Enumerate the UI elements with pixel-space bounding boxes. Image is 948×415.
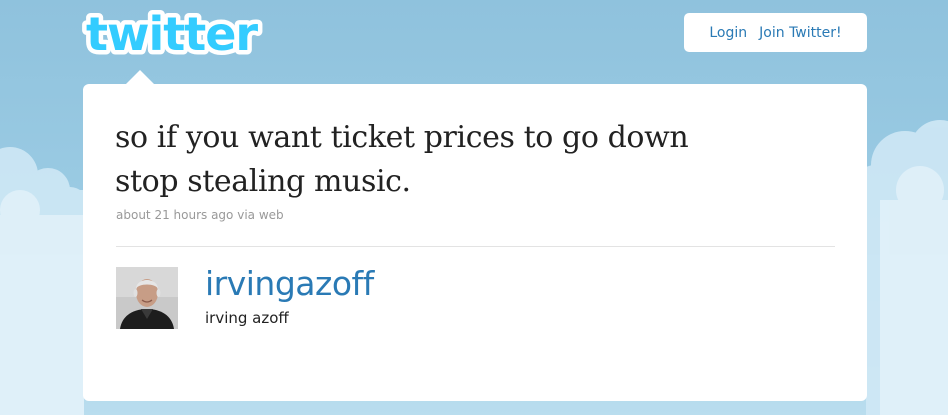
via-label: via (237, 208, 256, 222)
avatar[interactable] (116, 267, 178, 329)
tweet-text-line-1: so if you want ticket prices to go down (115, 120, 689, 155)
author-screen-name-link[interactable]: irvingazoff (205, 264, 374, 303)
login-link[interactable]: Login (709, 25, 747, 41)
tweet-card: so if you want ticket prices to go down … (83, 84, 867, 401)
tweet-text: so if you want ticket prices to go down … (115, 116, 835, 204)
twitter-logo-text: twitter (86, 7, 258, 61)
speech-bubble-pointer (125, 70, 155, 85)
tweet-timestamp-link[interactable]: about 21 hours ago (116, 208, 233, 222)
avatar-photo (116, 267, 178, 329)
author-full-name: irving azoff (205, 309, 289, 327)
tweet-text-line-2: stop stealing music. (115, 164, 411, 199)
divider (116, 246, 835, 247)
tweet-source-link[interactable]: web (259, 208, 284, 222)
tweet-meta: about 21 hours ago via web (116, 208, 284, 222)
top-nav: Login Join Twitter! (684, 13, 867, 52)
join-twitter-link[interactable]: Join Twitter! (759, 25, 841, 41)
twitter-logo[interactable]: twitter twitter (82, 6, 288, 62)
